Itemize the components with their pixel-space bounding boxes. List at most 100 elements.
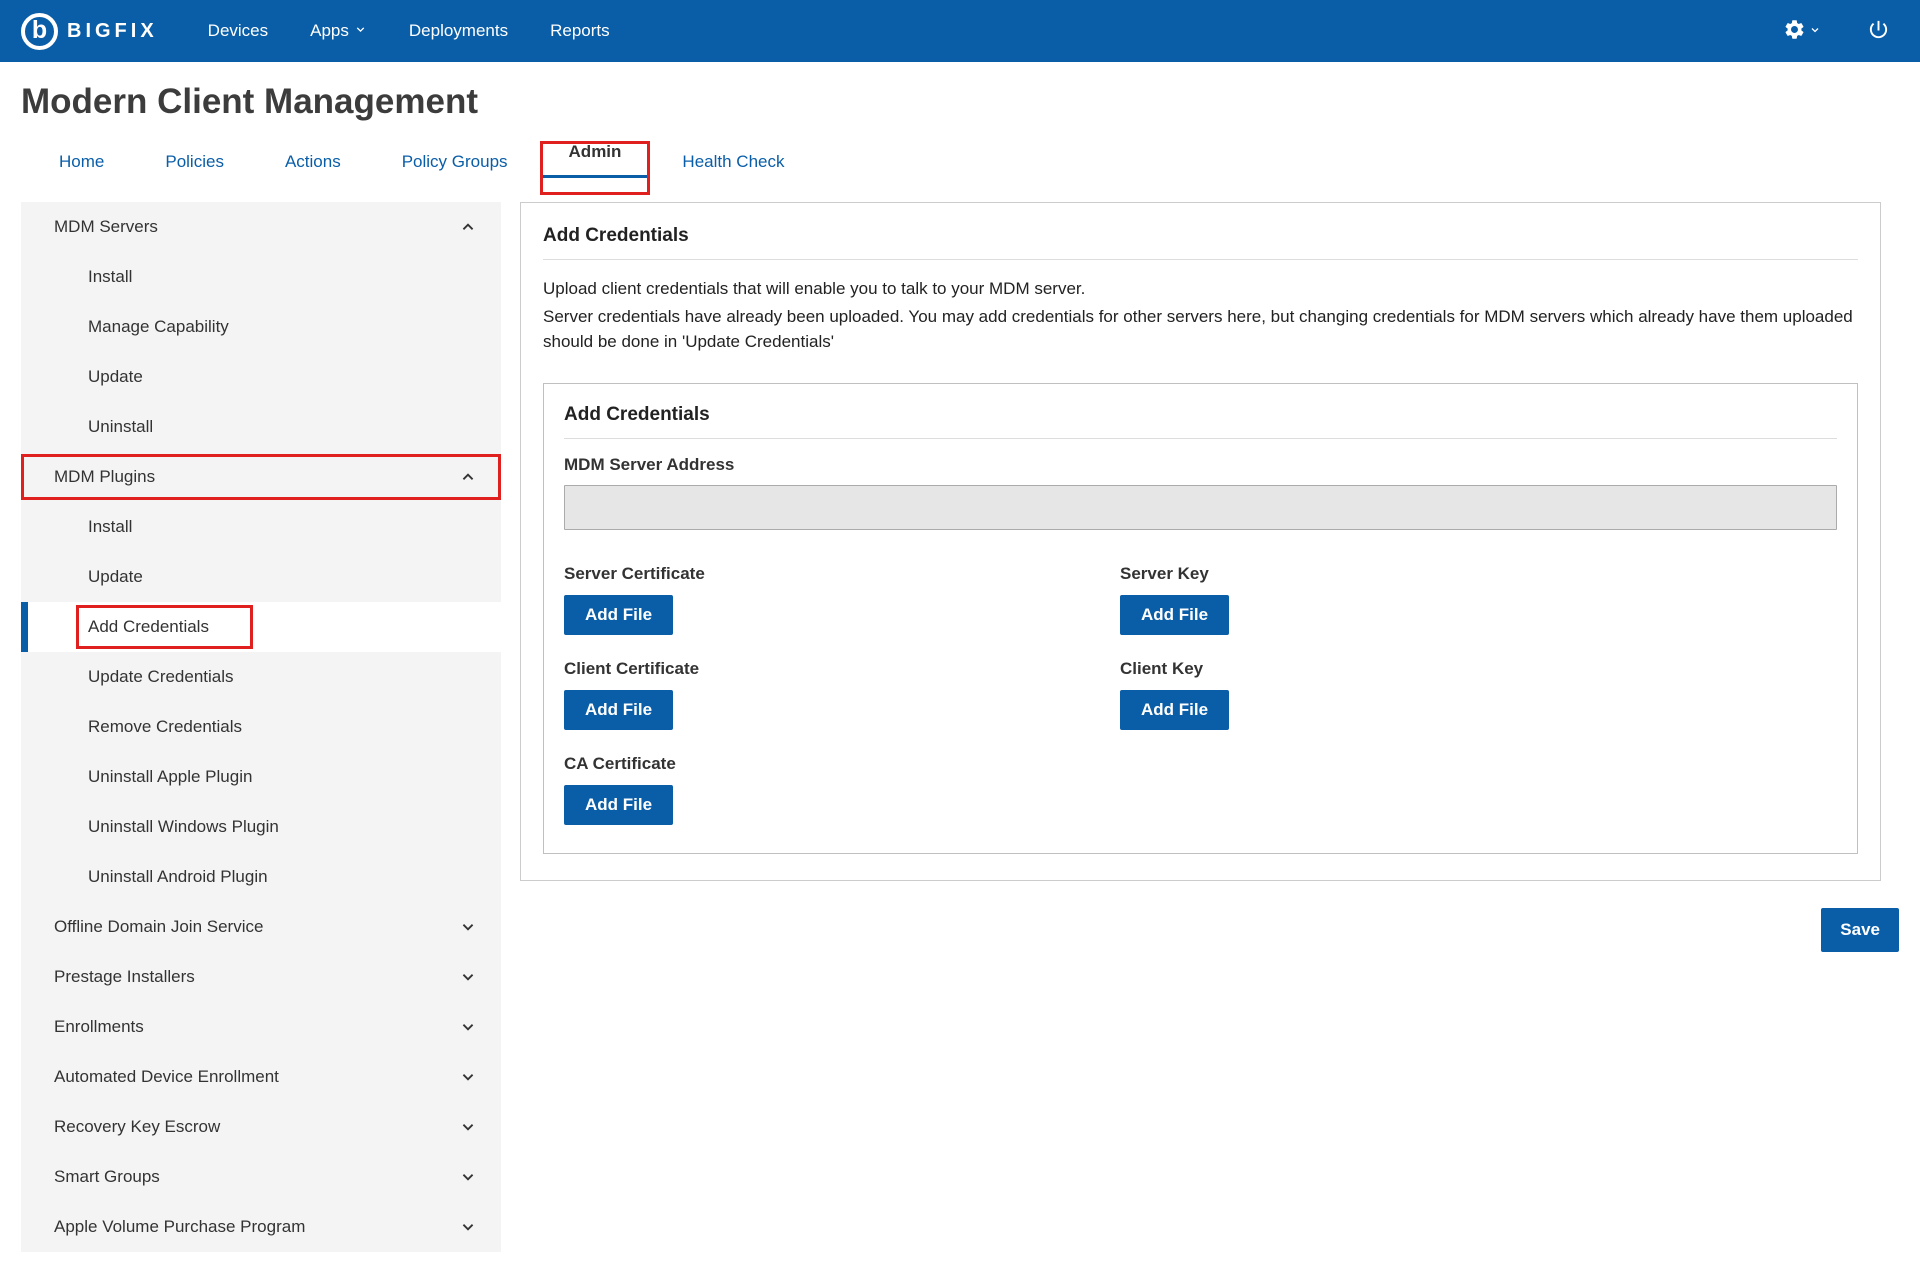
nav-apps[interactable]: Apps <box>310 21 367 41</box>
ca-certificate-field: CA Certificate Add File <box>564 754 1120 825</box>
sidebar-section-label: Offline Domain Join Service <box>54 917 263 937</box>
sidebar-item-label: Uninstall Apple Plugin <box>88 767 252 787</box>
divider <box>564 438 1837 439</box>
chevron-down-icon <box>457 1116 479 1138</box>
nav-devices[interactable]: Devices <box>208 21 268 41</box>
bigfix-logo-icon: b <box>21 13 58 50</box>
tab-home[interactable]: Home <box>32 142 131 189</box>
sidebar-section-label: Prestage Installers <box>54 967 195 987</box>
sidebar-section-offline-domain-join[interactable]: Offline Domain Join Service <box>21 902 501 952</box>
content-layout: MDM Servers Install Manage Capability Up… <box>0 189 1920 1252</box>
client-certificate-add-file-button[interactable]: Add File <box>564 690 673 730</box>
save-button[interactable]: Save <box>1821 908 1899 952</box>
sidebar-section-label: Apple Volume Purchase Program <box>54 1217 305 1237</box>
sidebar-section-prestage-installers[interactable]: Prestage Installers <box>21 952 501 1002</box>
sidebar-item-label: Update <box>88 367 143 387</box>
client-key-field: Client Key Add File <box>1120 659 1837 730</box>
sidebar-item-mdm-servers-update[interactable]: Update <box>21 352 501 402</box>
mdm-server-address-input[interactable] <box>564 485 1837 530</box>
main-content: Add Credentials Upload client credential… <box>520 202 1899 952</box>
tab-bar: Home Policies Actions Policy Groups Admi… <box>32 142 1920 189</box>
sidebar-section-mdm-servers[interactable]: MDM Servers <box>21 202 501 252</box>
sidebar-section-enrollments[interactable]: Enrollments <box>21 1002 501 1052</box>
top-navigation-bar: b BIGFIX Devices Apps Deployments Report… <box>0 0 1920 62</box>
sidebar-item-label: Update Credentials <box>88 667 234 687</box>
client-key-label: Client Key <box>1120 659 1837 679</box>
ca-certificate-label: CA Certificate <box>564 754 1120 774</box>
nav-apps-label: Apps <box>310 21 349 41</box>
sidebar-item-mdm-plugins-install[interactable]: Install <box>21 502 501 552</box>
gear-icon <box>1783 18 1806 44</box>
client-certificate-field: Client Certificate Add File <box>564 659 1120 730</box>
sidebar-item-remove-credentials[interactable]: Remove Credentials <box>21 702 501 752</box>
tab-health-check[interactable]: Health Check <box>655 142 811 189</box>
panel-description: Upload client credentials that will enab… <box>543 276 1858 355</box>
form-heading: Add Credentials <box>564 404 1837 426</box>
sidebar-item-uninstall-windows-plugin[interactable]: Uninstall Windows Plugin <box>21 802 501 852</box>
certificate-fields: Server Certificate Add File Server Key A… <box>564 564 1837 849</box>
description-line-1: Upload client credentials that will enab… <box>543 276 1858 302</box>
save-row: Save <box>520 908 1899 952</box>
sidebar-item-label: Install <box>88 267 132 287</box>
sidebar-section-apple-volume-purchase-program[interactable]: Apple Volume Purchase Program <box>21 1202 501 1252</box>
server-key-field: Server Key Add File <box>1120 564 1837 635</box>
chevron-down-icon <box>1809 24 1821 39</box>
sidebar-item-uninstall-android-plugin[interactable]: Uninstall Android Plugin <box>21 852 501 902</box>
chevron-down-icon <box>457 966 479 988</box>
tab-actions[interactable]: Actions <box>258 142 368 189</box>
sidebar-item-manage-capability[interactable]: Manage Capability <box>21 302 501 352</box>
add-credentials-panel: Add Credentials Upload client credential… <box>520 202 1881 881</box>
sidebar-item-label: Install <box>88 517 132 537</box>
sidebar-item-mdm-servers-uninstall[interactable]: Uninstall <box>21 402 501 452</box>
sidebar-section-recovery-key-escrow[interactable]: Recovery Key Escrow <box>21 1102 501 1152</box>
divider <box>543 259 1858 260</box>
tab-policies[interactable]: Policies <box>138 142 251 189</box>
brand-name: BIGFIX <box>67 20 158 43</box>
nav-devices-label: Devices <box>208 21 268 41</box>
sidebar-item-mdm-plugins-update[interactable]: Update <box>21 552 501 602</box>
sidebar-section-automated-device-enrollment[interactable]: Automated Device Enrollment <box>21 1052 501 1102</box>
ca-certificate-add-file-button[interactable]: Add File <box>564 785 673 825</box>
sidebar-item-label: Uninstall Android Plugin <box>88 867 268 887</box>
server-certificate-add-file-button[interactable]: Add File <box>564 595 673 635</box>
sidebar-item-add-credentials[interactable]: Add Credentials <box>21 602 501 652</box>
sidebar-item-uninstall-apple-plugin[interactable]: Uninstall Apple Plugin <box>21 752 501 802</box>
chevron-up-icon <box>457 216 479 238</box>
server-key-add-file-button[interactable]: Add File <box>1120 595 1229 635</box>
sidebar-item-update-credentials[interactable]: Update Credentials <box>21 652 501 702</box>
sidebar-item-label: Manage Capability <box>88 317 229 337</box>
brand[interactable]: b BIGFIX <box>21 13 158 50</box>
sidebar-section-smart-groups[interactable]: Smart Groups <box>21 1152 501 1202</box>
chevron-down-icon <box>457 916 479 938</box>
description-line-2: Server credentials have already been upl… <box>543 304 1858 355</box>
sidebar-item-label: Add Credentials <box>88 617 209 637</box>
tab-admin[interactable]: Admin <box>542 132 649 178</box>
server-certificate-label: Server Certificate <box>564 564 1120 584</box>
sidebar-item-mdm-servers-install[interactable]: Install <box>21 252 501 302</box>
chevron-down-icon <box>457 1216 479 1238</box>
power-button[interactable] <box>1867 18 1890 44</box>
tab-admin-wrap: Admin <box>542 142 649 189</box>
chevron-down-icon <box>457 1166 479 1188</box>
settings-button[interactable] <box>1783 18 1821 44</box>
panel-heading: Add Credentials <box>543 225 1858 247</box>
admin-sidebar: MDM Servers Install Manage Capability Up… <box>21 202 501 1252</box>
tab-policy-groups[interactable]: Policy Groups <box>375 142 535 189</box>
sidebar-item-label: Remove Credentials <box>88 717 242 737</box>
client-key-add-file-button[interactable]: Add File <box>1120 690 1229 730</box>
chevron-down-icon <box>457 1016 479 1038</box>
nav-reports[interactable]: Reports <box>550 21 610 41</box>
sidebar-section-label: Smart Groups <box>54 1167 160 1187</box>
sidebar-section-label: Enrollments <box>54 1017 144 1037</box>
sidebar-item-label: Uninstall Windows Plugin <box>88 817 279 837</box>
nav-deployments[interactable]: Deployments <box>409 21 508 41</box>
chevron-down-icon <box>354 21 367 41</box>
nav-reports-label: Reports <box>550 21 610 41</box>
chevron-up-icon <box>457 466 479 488</box>
server-key-label: Server Key <box>1120 564 1837 584</box>
sidebar-item-label: Uninstall <box>88 417 153 437</box>
sidebar-section-label: Automated Device Enrollment <box>54 1067 279 1087</box>
sidebar-section-mdm-plugins[interactable]: MDM Plugins <box>21 452 501 502</box>
sidebar-section-label: Recovery Key Escrow <box>54 1117 220 1137</box>
add-credentials-form: Add Credentials MDM Server Address Serve… <box>543 383 1858 854</box>
